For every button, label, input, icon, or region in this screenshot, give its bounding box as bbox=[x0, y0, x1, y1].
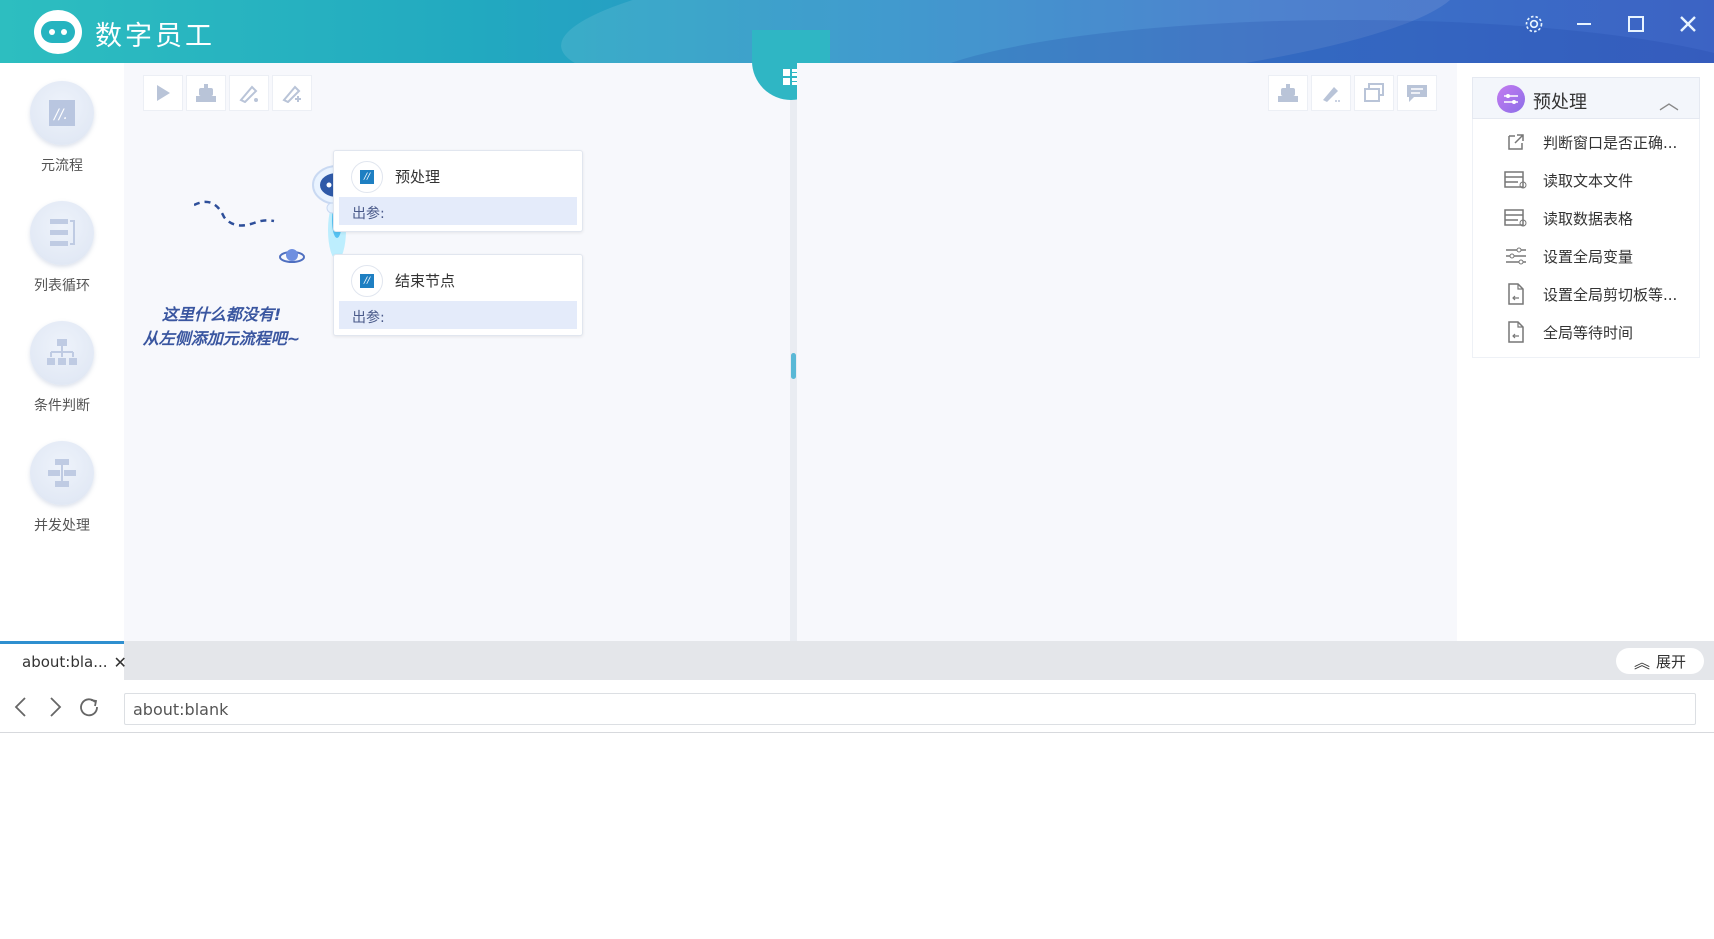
preprocess-icon bbox=[1497, 85, 1525, 113]
properties-header[interactable]: 预处理 ︿ bbox=[1472, 77, 1700, 119]
run-button[interactable] bbox=[143, 75, 183, 111]
robot-config-button[interactable] bbox=[1268, 75, 1308, 111]
prop-item-global-wait[interactable]: 全局等待时间 bbox=[1473, 313, 1699, 351]
meta-flow-icon: //. bbox=[30, 81, 94, 145]
app-logo-icon bbox=[34, 10, 82, 54]
pen-add-icon bbox=[282, 85, 301, 103]
expand-button[interactable]: ︽ 展开 bbox=[1616, 648, 1704, 674]
settings-button[interactable] bbox=[1514, 6, 1554, 42]
edit-flow-button[interactable] bbox=[229, 75, 269, 111]
chevron-right-icon bbox=[50, 697, 62, 717]
component-palette: //. 元流程 列表循环 条件判断 并发处理 bbox=[0, 63, 124, 641]
close-icon bbox=[1680, 16, 1696, 32]
browser-tab-label: about:bla... bbox=[22, 653, 108, 671]
palette-item-label: 元流程 bbox=[41, 158, 83, 174]
forward-button[interactable] bbox=[41, 693, 69, 721]
maximize-button[interactable] bbox=[1616, 6, 1656, 42]
close-tab-icon[interactable]: ✕ bbox=[114, 653, 127, 672]
palette-item-meta-flow[interactable]: //. 元流程 bbox=[0, 81, 124, 175]
palette-item-concurrent[interactable]: 并发处理 bbox=[0, 441, 124, 535]
maximize-icon bbox=[1628, 16, 1644, 32]
read-file-icon bbox=[1503, 169, 1529, 191]
browser-tab[interactable]: about:bla... ✕ bbox=[0, 641, 127, 680]
wait-file-icon bbox=[1503, 321, 1529, 343]
palette-item-condition[interactable]: 条件判断 bbox=[0, 321, 124, 415]
prop-item-read-data-table[interactable]: 读取数据表格 bbox=[1473, 199, 1699, 237]
close-window-button[interactable] bbox=[1668, 6, 1708, 42]
play-icon bbox=[157, 85, 170, 101]
minimize-icon bbox=[1577, 23, 1591, 25]
prop-item-set-clipboard[interactable]: 设置全局剪切板等... bbox=[1473, 275, 1699, 313]
panel-splitter[interactable] bbox=[790, 63, 797, 641]
sliders-icon bbox=[1503, 245, 1529, 267]
chevron-left-icon bbox=[14, 697, 26, 717]
detail-canvas[interactable] bbox=[797, 63, 1457, 641]
browser-nav-bar bbox=[0, 680, 1714, 733]
pencil-icon bbox=[1323, 87, 1340, 102]
list-loop-icon bbox=[30, 201, 94, 265]
pen-link-icon bbox=[239, 85, 258, 103]
external-window-icon bbox=[1503, 131, 1529, 153]
read-table-icon bbox=[1503, 207, 1529, 229]
browser-page-view[interactable] bbox=[0, 733, 1714, 939]
empty-hint: 这里什么都没有! 从左侧添加元流程吧~ bbox=[124, 303, 319, 351]
empty-hint-line1: 这里什么都没有! bbox=[161, 305, 282, 324]
add-flow-button[interactable] bbox=[272, 75, 312, 111]
robot-icon bbox=[196, 84, 216, 102]
browser-tab-strip: about:bla... ✕ ︽ 展开 bbox=[0, 641, 1714, 680]
splitter-grip[interactable] bbox=[791, 353, 796, 379]
node-title: 结束节点 bbox=[395, 272, 456, 290]
prop-item-read-text-file[interactable]: 读取文本文件 bbox=[1473, 161, 1699, 199]
expand-label: 展开 bbox=[1656, 652, 1687, 671]
properties-list: 判断窗口是否正确... 读取文本文件 读取数据表格 设置全局变量 设置全局剪切板… bbox=[1472, 119, 1700, 358]
comment-icon bbox=[1407, 85, 1427, 102]
properties-panel: 预处理 ︿ 判断窗口是否正确... 读取文本文件 读取数据表格 设置全局变量 设… bbox=[1457, 63, 1714, 641]
clipboard-file-icon bbox=[1503, 283, 1529, 305]
meta-flow-icon: // bbox=[351, 265, 383, 297]
prop-item-check-window[interactable]: 判断窗口是否正确... bbox=[1473, 123, 1699, 161]
meta-flow-icon: // bbox=[351, 161, 383, 193]
edit-button[interactable] bbox=[1311, 75, 1351, 111]
flow-node-preprocess[interactable]: // 预处理 出参: bbox=[333, 150, 583, 232]
comment-button[interactable] bbox=[1397, 75, 1437, 111]
svg-text://.: //. bbox=[52, 107, 68, 123]
palette-item-label: 并发处理 bbox=[34, 518, 90, 534]
gear-icon bbox=[1525, 15, 1543, 33]
palette-item-label: 列表循环 bbox=[34, 278, 90, 294]
address-input[interactable] bbox=[124, 693, 1696, 725]
node-title: 预处理 bbox=[395, 168, 441, 186]
refresh-icon bbox=[80, 698, 98, 717]
palette-item-list-loop[interactable]: 列表循环 bbox=[0, 201, 124, 295]
windows-icon bbox=[1364, 83, 1384, 102]
robot-button[interactable] bbox=[186, 75, 226, 111]
properties-title: 预处理 bbox=[1533, 92, 1587, 113]
back-button[interactable] bbox=[7, 693, 35, 721]
flow-node-end[interactable]: // 结束节点 出参: bbox=[333, 254, 583, 336]
double-chevron-up-icon: ︽ bbox=[1633, 653, 1650, 672]
minimize-button[interactable] bbox=[1564, 6, 1604, 42]
concurrent-icon bbox=[30, 441, 94, 505]
condition-icon bbox=[30, 321, 94, 385]
windows-button[interactable] bbox=[1354, 75, 1394, 111]
node-output-params: 出参: bbox=[339, 301, 577, 329]
palette-item-label: 条件判断 bbox=[34, 398, 90, 414]
prop-item-set-global-var[interactable]: 设置全局变量 bbox=[1473, 237, 1699, 275]
title-bar: 数字员工 bbox=[0, 0, 1714, 63]
chevron-up-icon[interactable]: ︿ bbox=[1659, 86, 1679, 115]
robot-icon bbox=[1278, 84, 1298, 102]
app-title: 数字员工 bbox=[95, 21, 215, 52]
refresh-button[interactable] bbox=[75, 693, 103, 721]
empty-hint-line2: 从左侧添加元流程吧~ bbox=[142, 329, 301, 348]
node-output-params: 出参: bbox=[339, 197, 577, 225]
